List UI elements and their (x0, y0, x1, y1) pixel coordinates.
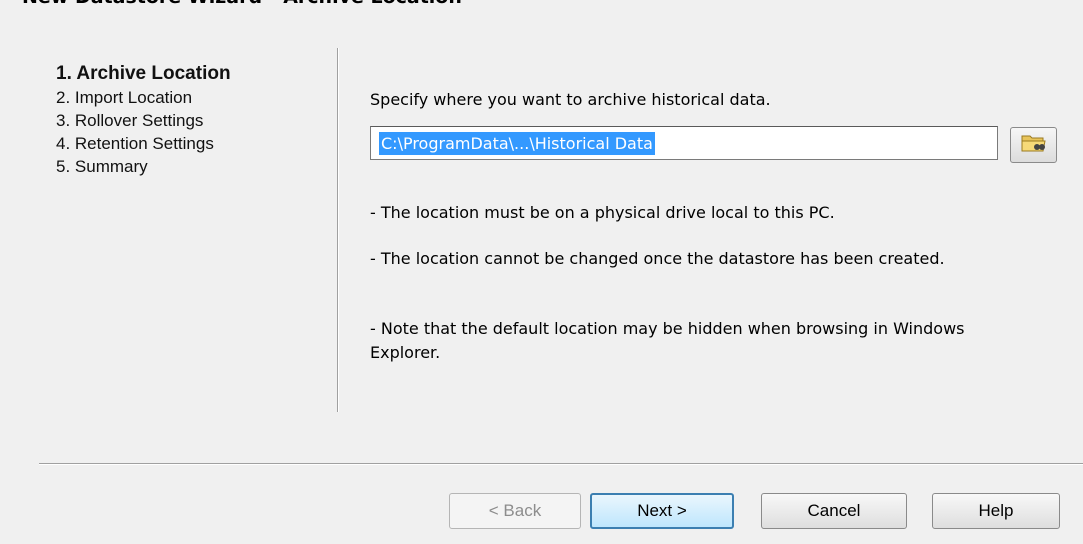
folder-browse-icon (1021, 132, 1047, 158)
wizard-title: New Datastore Wizard - Archive Location (22, 0, 462, 8)
archive-path-value[interactable]: C:\ProgramData\...\Historical Data (379, 131, 655, 155)
archive-path-input[interactable]: C:\ProgramData\...\Historical Data (370, 126, 998, 160)
back-button[interactable]: < Back (449, 493, 581, 529)
step-rollover-settings: 3. Rollover Settings (56, 111, 204, 130)
step-summary: 5. Summary (56, 157, 148, 176)
note-hidden-location: - Note that the default location may be … (370, 319, 965, 362)
step-import-location: 2. Import Location (56, 88, 193, 107)
note-physical-drive: - The location must be on a physical dri… (370, 203, 835, 222)
step-list: 1. Archive Location 2. Import Location 3… (56, 61, 231, 178)
browse-button[interactable] (1010, 127, 1057, 163)
next-button[interactable]: Next > (590, 493, 734, 529)
note-location-fixed: - The location cannot be changed once th… (370, 249, 945, 268)
cancel-button[interactable]: Cancel (761, 493, 907, 529)
horizontal-divider (39, 463, 1083, 465)
step-archive-location: 1. Archive Location (56, 63, 231, 84)
help-button[interactable]: Help (932, 493, 1060, 529)
step-retention-settings: 4. Retention Settings (56, 134, 214, 153)
instruction-text: Specify where you want to archive histor… (370, 90, 771, 109)
vertical-divider (337, 48, 339, 412)
